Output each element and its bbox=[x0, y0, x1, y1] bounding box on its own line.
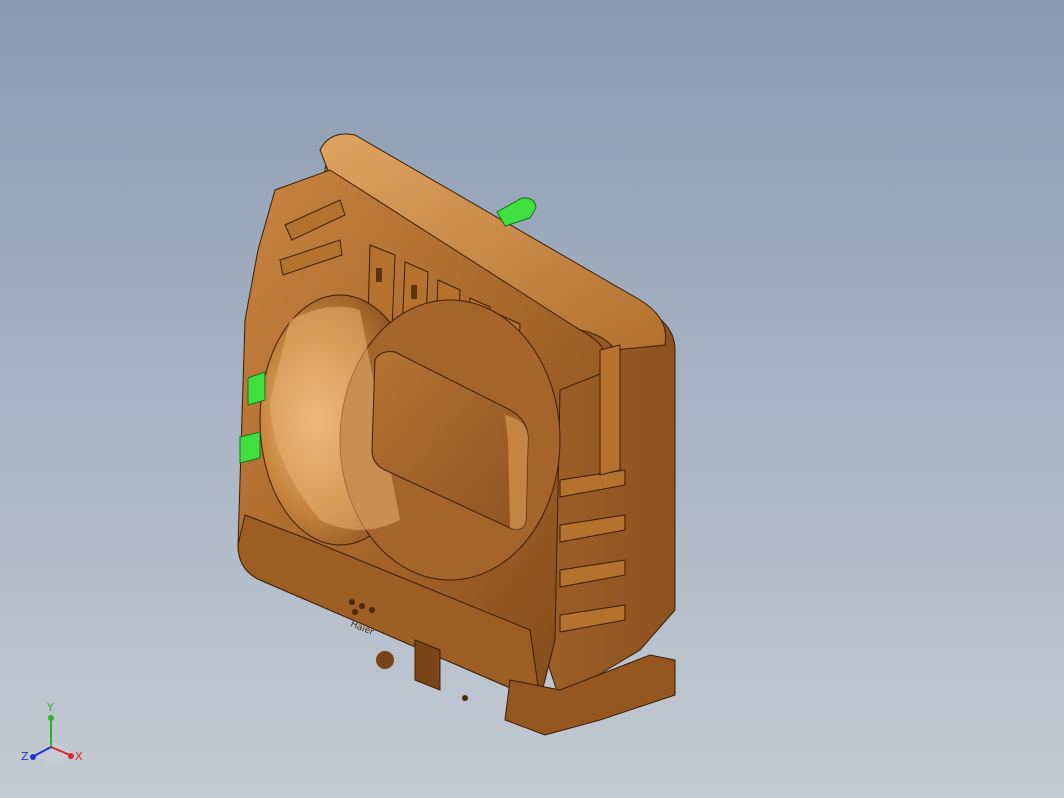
x-axis-tip bbox=[68, 753, 74, 759]
z-axis-tip bbox=[30, 754, 36, 760]
selected-face-tab[interactable] bbox=[496, 197, 537, 227]
selected-face-left-lower[interactable] bbox=[239, 431, 261, 464]
y-axis-tip bbox=[48, 715, 54, 721]
selected-face-left-upper[interactable] bbox=[247, 371, 266, 406]
y-axis-label: Y bbox=[46, 701, 54, 714]
view-orientation-triad: Y X Z bbox=[21, 701, 83, 766]
graphics-viewport[interactable]: Haier Y X Z bbox=[0, 0, 1064, 798]
cad-part-model[interactable]: Haier bbox=[0, 0, 1064, 798]
z-axis-label: Z bbox=[21, 750, 29, 763]
x-axis-label: X bbox=[75, 750, 83, 763]
